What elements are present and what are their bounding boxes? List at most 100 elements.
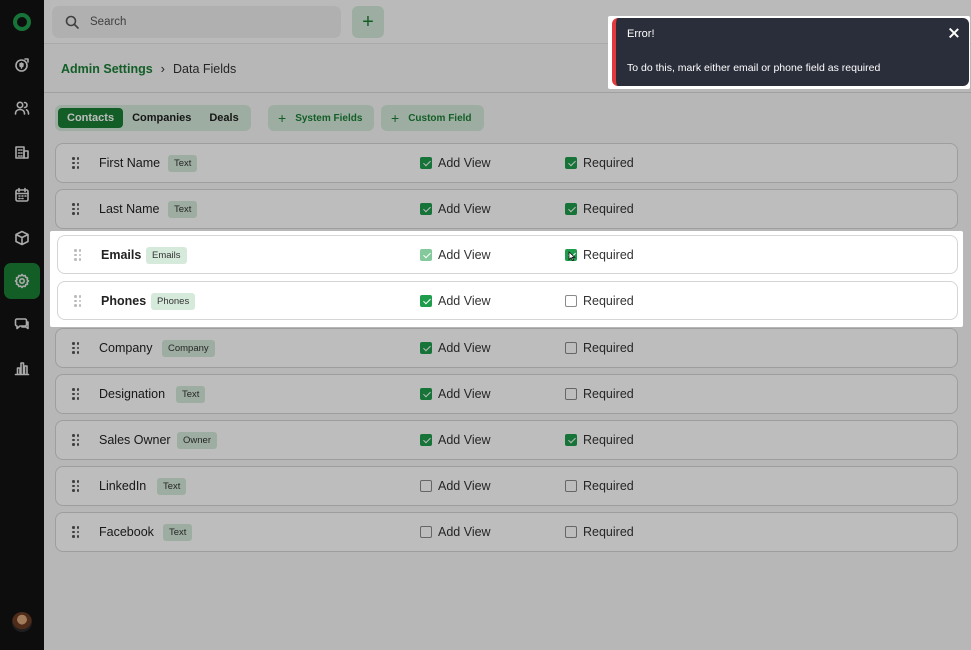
drag-handle-icon[interactable] xyxy=(72,388,80,400)
field-name: Emails xyxy=(101,248,142,262)
add-view-label: Add View xyxy=(438,479,491,493)
field-type-badge: Text xyxy=(163,524,193,541)
system-fields-label: System Fields xyxy=(295,112,363,124)
settings-icon[interactable] xyxy=(4,263,40,299)
drag-handle-icon[interactable] xyxy=(74,249,82,261)
custom-field-button[interactable]: + Custom Field xyxy=(381,105,484,131)
required-label: Required xyxy=(583,479,634,493)
required-label: Required xyxy=(583,433,634,447)
toast-title: Error! xyxy=(627,28,655,40)
add-view-label: Add View xyxy=(438,525,491,539)
field-name: Designation xyxy=(99,387,166,401)
search-input[interactable]: Search xyxy=(52,6,341,38)
breadcrumb: Admin Settings › Data Fields xyxy=(61,61,236,76)
entity-tabs: Contacts Companies Deals xyxy=(55,105,251,131)
header-divider xyxy=(44,92,971,93)
add-view-checkbox[interactable] xyxy=(420,295,432,307)
table-row: Sales Owner Owner Add View Required xyxy=(55,420,958,460)
add-button[interactable]: + xyxy=(352,6,384,38)
tab-companies[interactable]: Companies xyxy=(123,108,200,128)
system-fields-button[interactable]: + System Fields xyxy=(268,105,375,131)
table-row: Last Name Text Add View Required xyxy=(55,189,958,229)
required-checkbox[interactable] xyxy=(565,342,577,354)
chat-icon[interactable] xyxy=(4,306,40,342)
companies-icon[interactable] xyxy=(4,134,40,170)
required-checkbox[interactable] xyxy=(565,526,577,538)
deals-icon[interactable] xyxy=(4,47,40,83)
add-view-checkbox[interactable] xyxy=(420,434,432,446)
search-placeholder: Search xyxy=(90,16,127,28)
breadcrumb-admin-settings[interactable]: Admin Settings xyxy=(61,62,153,76)
required-checkbox[interactable] xyxy=(565,388,577,400)
drag-handle-icon[interactable] xyxy=(72,526,80,538)
chevron-right-icon: › xyxy=(160,61,166,76)
add-view-checkbox[interactable] xyxy=(420,157,432,169)
add-view-checkbox[interactable] xyxy=(420,203,432,215)
logo-icon[interactable] xyxy=(13,13,31,31)
field-name: First Name xyxy=(99,156,161,170)
required-label: Required xyxy=(583,156,634,170)
page-title: Data Fields xyxy=(173,61,237,76)
add-view-checkbox[interactable] xyxy=(420,480,432,492)
calendar-icon[interactable] xyxy=(4,177,40,213)
add-view-label: Add View xyxy=(438,156,491,170)
field-name: Facebook xyxy=(99,525,154,539)
avatar[interactable] xyxy=(12,612,32,632)
table-row: Facebook Text Add View Required xyxy=(55,512,958,552)
drag-handle-icon[interactable] xyxy=(72,342,80,354)
required-label: Required xyxy=(583,294,634,308)
reports-icon[interactable] xyxy=(4,350,40,386)
table-row: Company Company Add View Required xyxy=(55,328,958,368)
plus-icon: + xyxy=(278,110,287,126)
field-type-badge: Emails xyxy=(146,247,187,264)
add-view-label: Add View xyxy=(438,294,491,308)
field-name: Last Name xyxy=(99,202,160,216)
toast-message: To do this, mark either email or phone f… xyxy=(627,62,881,74)
field-name: Company xyxy=(99,341,153,355)
required-checkbox[interactable] xyxy=(565,203,577,215)
custom-field-label: Custom Field xyxy=(408,112,472,124)
field-type-badge: Text xyxy=(168,155,198,172)
tab-deals[interactable]: Deals xyxy=(200,108,247,128)
required-checkbox[interactable] xyxy=(565,434,577,446)
required-label: Required xyxy=(583,202,634,216)
drag-handle-icon[interactable] xyxy=(72,157,80,169)
plus-icon: + xyxy=(391,110,400,126)
required-label: Required xyxy=(583,387,634,401)
add-view-label: Add View xyxy=(438,248,491,262)
drag-handle-icon[interactable] xyxy=(72,480,80,492)
products-icon[interactable] xyxy=(4,220,40,256)
table-row: LinkedIn Text Add View Required xyxy=(55,466,958,506)
field-type-badge: Text xyxy=(157,478,187,495)
contacts-icon[interactable] xyxy=(4,90,40,126)
required-checkbox[interactable] xyxy=(565,157,577,169)
add-view-checkbox[interactable] xyxy=(420,388,432,400)
drag-handle-icon[interactable] xyxy=(72,203,80,215)
required-checkbox[interactable] xyxy=(565,295,577,307)
table-row: Emails Emails Add View Required xyxy=(57,235,958,274)
add-view-checkbox[interactable] xyxy=(420,342,432,354)
table-row: Designation Text Add View Required xyxy=(55,374,958,414)
field-type-badge: Company xyxy=(162,340,215,357)
field-type-badge: Phones xyxy=(151,293,196,310)
field-type-badge: Text xyxy=(176,386,206,403)
add-view-label: Add View xyxy=(438,341,491,355)
close-icon[interactable] xyxy=(947,26,961,40)
drag-handle-icon[interactable] xyxy=(74,295,82,307)
field-type-badge: Owner xyxy=(177,432,217,449)
drag-handle-icon[interactable] xyxy=(72,434,80,446)
add-view-label: Add View xyxy=(438,387,491,401)
add-view-label: Add View xyxy=(438,202,491,216)
sidebar xyxy=(0,0,44,650)
tab-contacts[interactable]: Contacts xyxy=(58,108,124,128)
required-label: Required xyxy=(583,248,634,262)
required-checkbox[interactable] xyxy=(565,480,577,492)
field-name: LinkedIn xyxy=(99,479,147,493)
add-view-label: Add View xyxy=(438,433,491,447)
add-view-checkbox[interactable] xyxy=(420,249,432,261)
add-view-checkbox[interactable] xyxy=(420,526,432,538)
field-name: Phones xyxy=(101,294,147,308)
pointer-cursor-icon xyxy=(568,251,576,261)
required-label: Required xyxy=(583,525,634,539)
search-icon xyxy=(65,15,79,29)
